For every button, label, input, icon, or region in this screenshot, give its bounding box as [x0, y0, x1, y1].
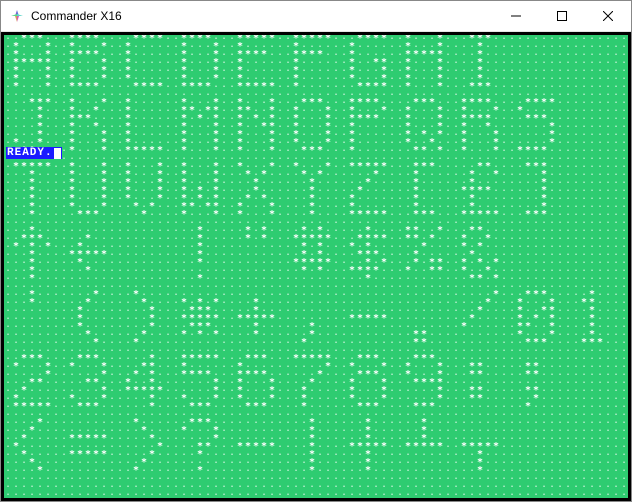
minimize-button[interactable]	[493, 1, 539, 31]
close-button[interactable]	[585, 1, 631, 31]
window-title: Commander X16	[31, 9, 122, 23]
prompt-text: READY.	[7, 147, 53, 159]
app-logo-icon	[9, 8, 25, 24]
titlebar[interactable]: Commander X16	[1, 1, 631, 32]
ready-prompt: READY.	[6, 147, 62, 159]
text-cursor	[54, 148, 61, 159]
client-area: READY.	[1, 32, 631, 501]
maximize-button[interactable]	[539, 1, 585, 31]
application-window: Commander X16 READY.	[0, 0, 632, 502]
emulator-screen[interactable]: READY.	[4, 35, 628, 498]
charset-bitmap-grid	[4, 35, 628, 498]
